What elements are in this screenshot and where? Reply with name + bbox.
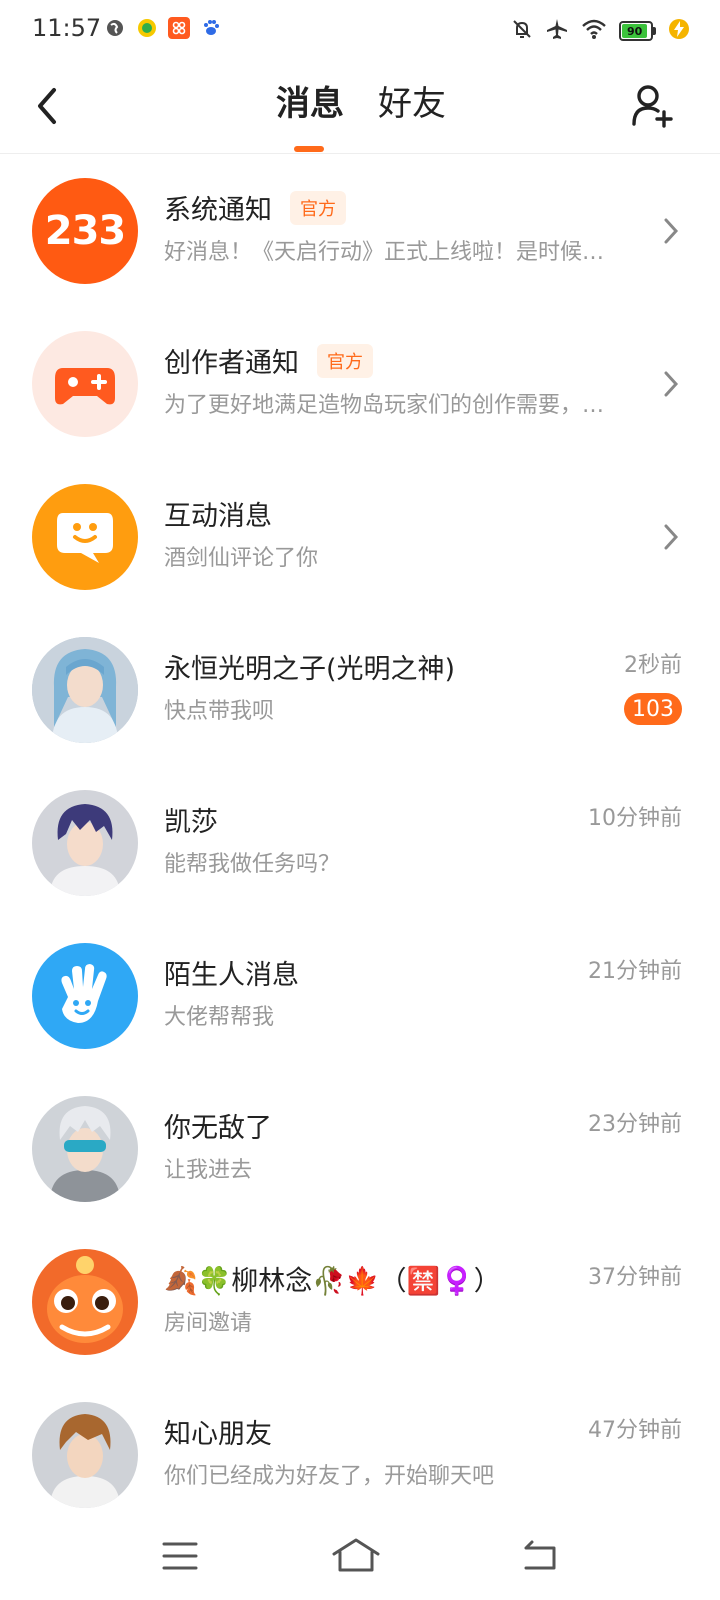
conversation-system-notice[interactable]: 233 系统通知 官方 好消息！《天启行动》正式上线啦！是时候… — [0, 154, 720, 310]
menu-icon — [162, 1542, 198, 1570]
conversation-title: 创作者通知 官方 — [164, 341, 373, 380]
menu-button[interactable] — [156, 1536, 204, 1576]
conversation-title: 🍂🍀柳林念🥀🍁（🈲♀️） — [164, 1259, 501, 1298]
wifi-icon — [581, 18, 607, 44]
conversation-title: 陌生人消息 — [164, 953, 299, 992]
conversation-title: 系统通知 官方 — [164, 188, 346, 227]
conversation-preview: 好消息！《天启行动》正式上线啦！是时候… — [164, 240, 605, 265]
conversation-time: 10分钟前 — [588, 806, 682, 831]
tab-messages[interactable]: 消息 — [276, 82, 344, 126]
chevron-right-icon — [664, 371, 679, 397]
active-tab-indicator — [294, 146, 324, 152]
conversation-creator-notice[interactable]: 创作者通知 官方 为了更好地满足造物岛玩家们的创作需要，… — [0, 307, 720, 463]
smile-bubble-icon — [57, 513, 113, 563]
chevron-right-icon — [664, 524, 679, 550]
store-icon — [168, 17, 190, 39]
conversation-preview: 酒剑仙评论了你 — [164, 546, 319, 571]
conversation-title-text: 永恒光明之子(光明之神) — [164, 654, 456, 685]
conversation-title-text: 凯莎 — [164, 807, 218, 838]
globe-icon — [104, 17, 126, 39]
conversation-title-text: 知心朋友 — [164, 1419, 272, 1450]
baidu-icon — [200, 17, 222, 39]
conversation-row[interactable]: 你无敌了 让我进去 23分钟前 — [0, 1072, 720, 1228]
conversation-title: 互动消息 — [164, 494, 272, 533]
system-navigation-bar — [0, 1514, 720, 1600]
avatar — [32, 637, 138, 743]
conversation-time: 21分钟前 — [588, 959, 682, 984]
conversation-time: 2秒前 — [624, 653, 682, 678]
battery-level: 90 — [622, 24, 648, 38]
conversation-preview: 让我进去 — [164, 1158, 253, 1183]
conversation-title: 凯莎 — [164, 800, 218, 839]
unread-count-badge: 103 — [624, 693, 682, 725]
conversation-preview: 能帮我做任务吗？ — [164, 852, 341, 877]
conversation-preview: 快点带我呗 — [164, 699, 275, 724]
avatar — [32, 1249, 138, 1355]
stranger-avatar — [32, 943, 138, 1049]
home-icon — [332, 1538, 380, 1572]
back-arrow-icon — [38, 88, 56, 124]
back-button[interactable] — [30, 84, 66, 128]
conversation-strangers[interactable]: 陌生人消息 大佬帮帮我 21分钟前 — [0, 919, 720, 1075]
conversation-time: 47分钟前 — [588, 1418, 682, 1443]
interaction-avatar — [32, 484, 138, 590]
system-logo-text: 233 — [44, 208, 126, 254]
conversation-interaction[interactable]: 互动消息 酒剑仙评论了你 — [0, 460, 720, 616]
conversation-list: 233 系统通知 官方 好消息！《天启行动》正式上线啦！是时候… 创作者通知 官… — [0, 154, 720, 1514]
return-icon — [524, 1540, 556, 1570]
conversation-title-text: 🍂🍀柳林念🥀🍁（🈲♀️） — [164, 1266, 501, 1297]
add-friend-button[interactable] — [630, 82, 676, 128]
top-navigation: 消息 好友 — [0, 58, 720, 154]
gamepad-icon — [55, 368, 115, 405]
conversation-time: 37分钟前 — [588, 1265, 682, 1290]
creator-notice-avatar — [32, 331, 138, 437]
conversation-preview: 大佬帮帮我 — [164, 1005, 275, 1030]
home-button[interactable] — [330, 1536, 380, 1576]
status-bar: 11:57 90 — [0, 0, 720, 58]
charging-icon — [668, 18, 690, 44]
conversation-row[interactable]: 知心朋友 你们已经成为好友了，开始聊天吧 47分钟前 — [0, 1378, 720, 1514]
system-notice-logo: 233 — [32, 178, 138, 284]
conversation-row[interactable]: 永恒光明之子(光明之神) 快点带我呗 2秒前 103 — [0, 613, 720, 769]
status-time: 11:57 — [32, 14, 102, 42]
airplane-icon — [545, 17, 569, 45]
conversation-title-text: 陌生人消息 — [164, 960, 299, 991]
add-user-icon — [632, 85, 673, 128]
hand-wave-icon — [61, 964, 107, 1023]
conversation-title-text: 互动消息 — [164, 501, 272, 532]
conversation-title: 知心朋友 — [164, 1412, 272, 1451]
battery-icon: 90 — [619, 21, 656, 41]
conversation-preview: 为了更好地满足造物岛玩家们的创作需要，… — [164, 393, 605, 418]
status-system-icons: 90 — [511, 17, 690, 45]
conversation-row[interactable]: 🍂🍀柳林念🥀🍁（🈲♀️） 房间邀请 37分钟前 — [0, 1225, 720, 1381]
official-badge: 官方 — [290, 190, 346, 225]
avatar — [32, 1402, 138, 1508]
back-nav-button[interactable] — [516, 1536, 564, 1576]
mute-bell-icon — [511, 18, 533, 44]
conversation-title-text: 创作者通知 — [164, 348, 299, 379]
conversation-preview: 房间邀请 — [164, 1311, 253, 1336]
mini-app-icon — [136, 17, 158, 39]
avatar — [32, 790, 138, 896]
avatar — [32, 1096, 138, 1202]
conversation-title-text: 你无敌了 — [164, 1113, 272, 1144]
conversation-title-text: 系统通知 — [164, 195, 272, 226]
conversation-title: 你无敌了 — [164, 1106, 272, 1145]
conversation-preview: 你们已经成为好友了，开始聊天吧 — [164, 1464, 495, 1489]
official-badge: 官方 — [317, 343, 373, 378]
status-notification-icons — [104, 17, 222, 39]
conversation-title: 永恒光明之子(光明之神) — [164, 647, 455, 686]
chevron-right-icon — [664, 218, 679, 244]
conversation-row[interactable]: 凯莎 能帮我做任务吗？ 10分钟前 — [0, 766, 720, 922]
conversation-time: 23分钟前 — [588, 1112, 682, 1137]
tab-friends[interactable]: 好友 — [378, 82, 446, 126]
